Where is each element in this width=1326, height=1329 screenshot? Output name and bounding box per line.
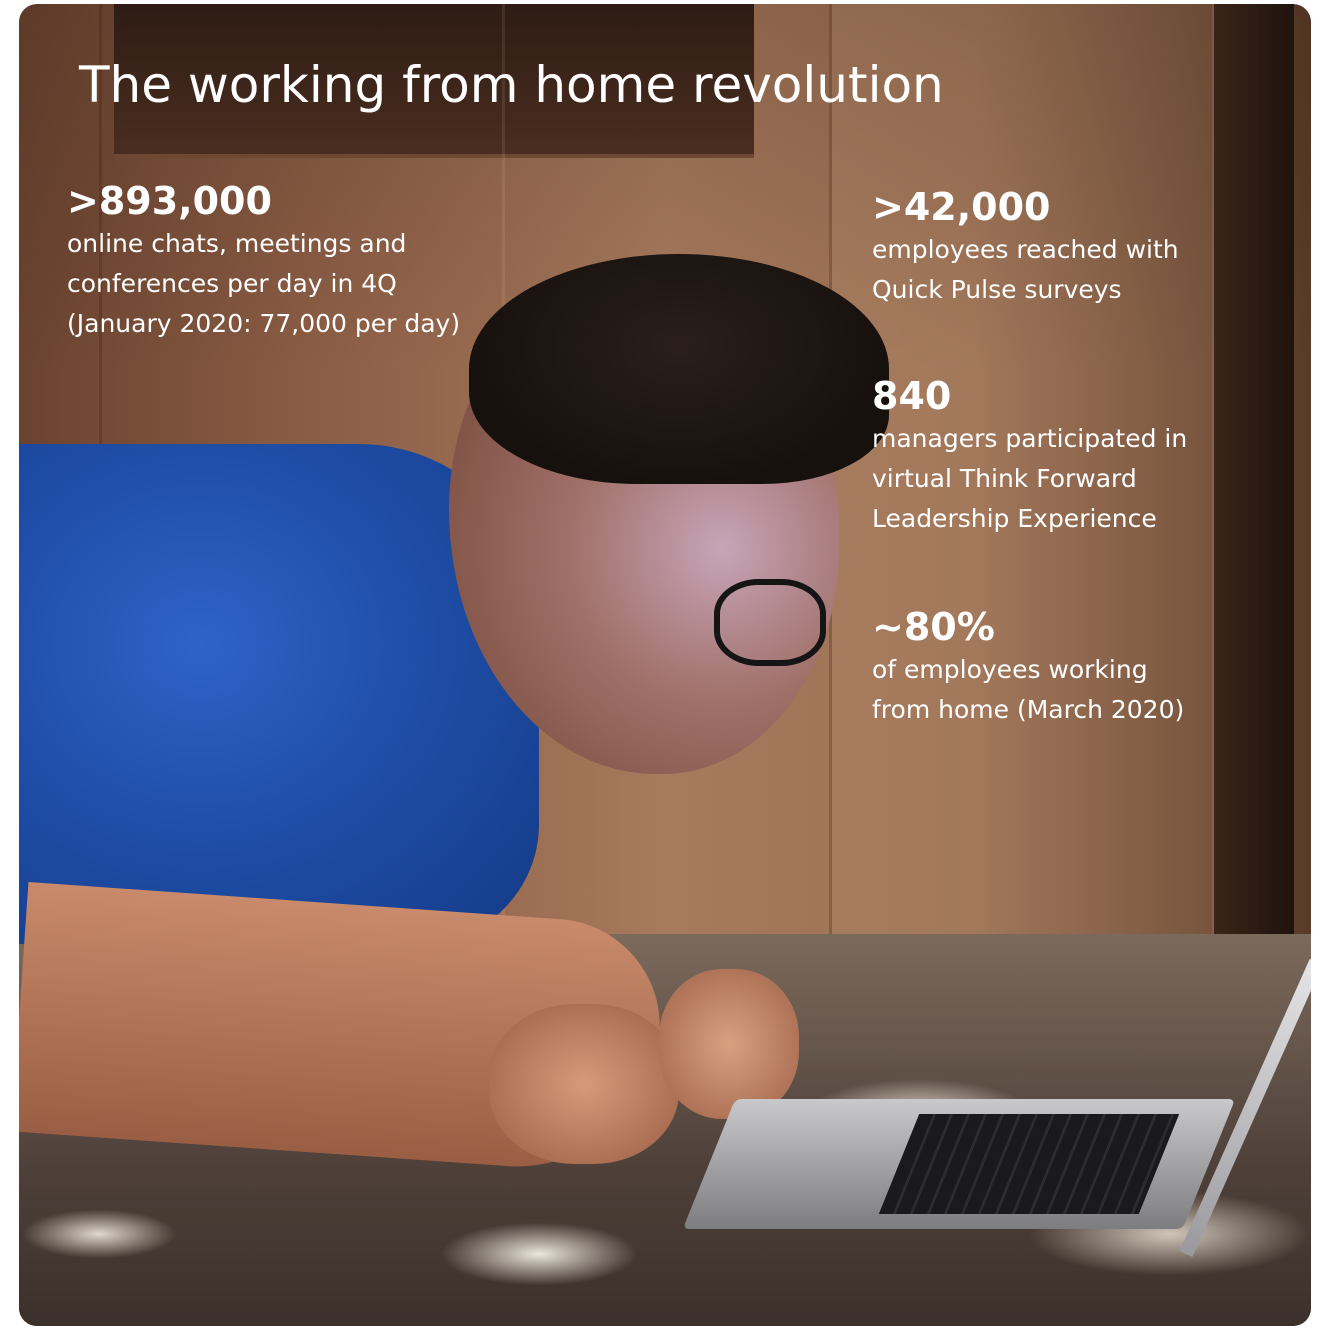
person-hair xyxy=(469,254,889,484)
stat-employees-reached: >42,000 employees reached with Quick Pul… xyxy=(872,184,1179,310)
stat-online-chats: >893,000 online chats, meetings and conf… xyxy=(67,178,460,344)
person-fist xyxy=(489,1004,679,1164)
stat-description-line: from home (March 2020) xyxy=(872,695,1185,724)
stat-value: >42,000 xyxy=(872,185,1051,229)
stat-managers-participated: 840 managers participated in virtual Thi… xyxy=(872,373,1187,539)
glasses xyxy=(714,579,826,666)
stat-description-line: Leadership Experience xyxy=(872,504,1157,533)
stat-description-line: (January 2020: 77,000 per day) xyxy=(67,309,461,338)
door-frame xyxy=(1214,4,1294,1064)
stat-description-line: managers participated in xyxy=(872,424,1188,453)
stat-description-line: employees reached with xyxy=(872,235,1179,264)
stat-description-line: online chats, meetings and xyxy=(67,229,407,258)
laptop-keyboard xyxy=(878,1114,1180,1214)
stat-value: 840 xyxy=(872,374,952,418)
stat-description-line: conferences per day in 4Q xyxy=(67,269,397,298)
stat-description-line: virtual Think Forward xyxy=(872,464,1137,493)
stat-description-line: Quick Pulse surveys xyxy=(872,275,1122,304)
stat-description-line: of employees working xyxy=(872,655,1148,684)
page-title: The working from home revolution xyxy=(79,56,944,114)
person-fist xyxy=(659,969,799,1119)
stat-value: >893,000 xyxy=(67,179,272,223)
stat-working-from-home: ~80% of employees working from home (Mar… xyxy=(872,604,1184,730)
stat-value: ~80% xyxy=(872,605,995,649)
